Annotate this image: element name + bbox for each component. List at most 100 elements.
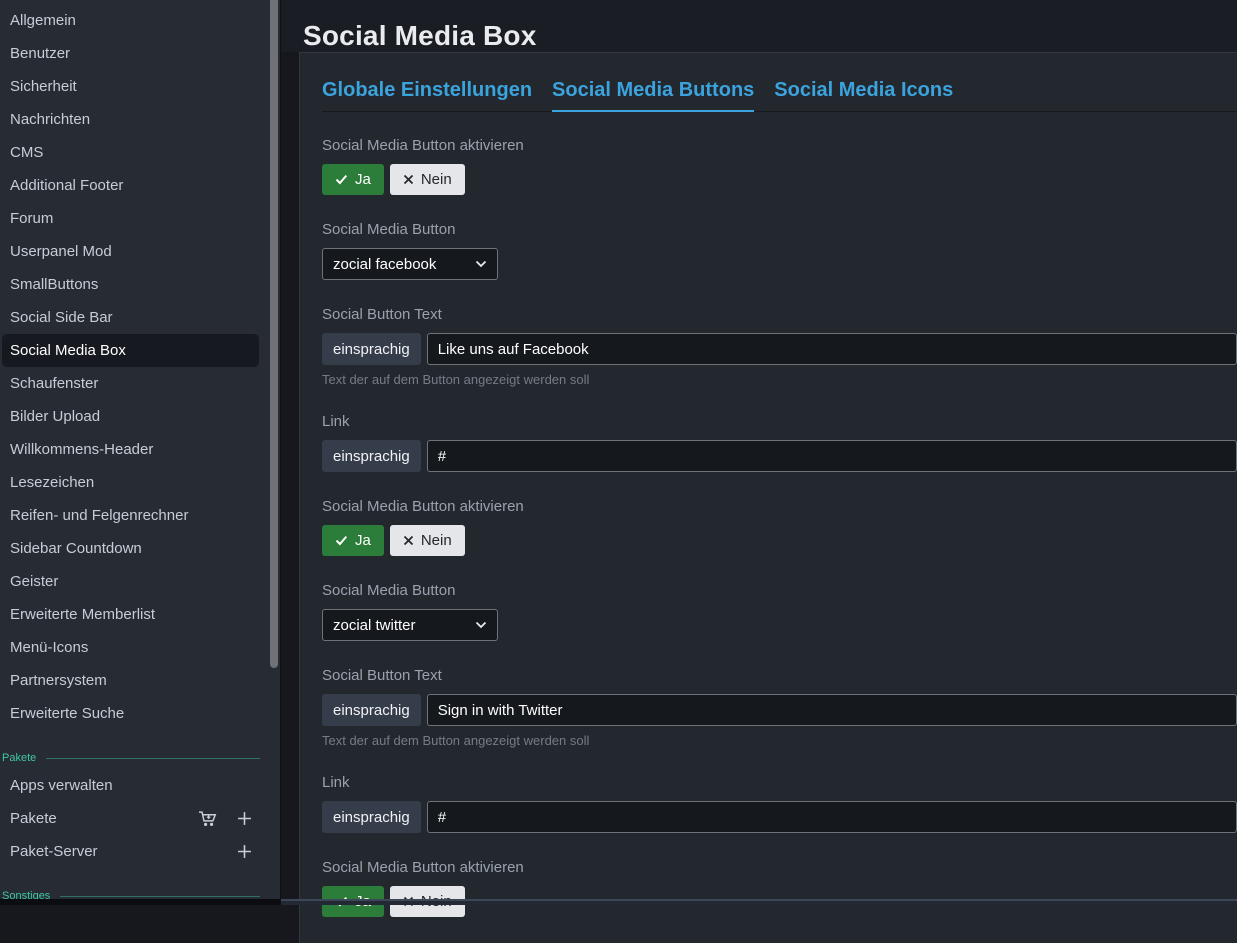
yes-no-toggle: Ja Nein bbox=[322, 525, 1237, 556]
sidebar-item[interactable]: Schaufenster bbox=[0, 367, 280, 400]
sidebar-item[interactable]: Menü-Icons bbox=[0, 631, 280, 664]
sidebar-section-label: Pakete bbox=[2, 752, 36, 764]
link-label: Link bbox=[322, 774, 1237, 791]
chevron-down-icon bbox=[475, 260, 487, 268]
app-root: Allgemein Benutzer Sicherheit Nachrichte… bbox=[0, 0, 1237, 905]
tab[interactable]: Social Media Buttons bbox=[552, 79, 754, 111]
sidebar-scrollbar[interactable] bbox=[270, 0, 278, 668]
sidebar: Allgemein Benutzer Sicherheit Nachrichte… bbox=[0, 0, 281, 905]
section-divider-line bbox=[60, 896, 260, 897]
chevron-down-icon bbox=[475, 621, 487, 629]
shopping-cart-icon[interactable] bbox=[198, 810, 217, 827]
sidebar-item[interactable]: Erweiterte Suche bbox=[0, 697, 280, 730]
no-button[interactable]: Nein bbox=[390, 164, 465, 195]
language-badge: einsprachig bbox=[322, 333, 421, 365]
select-value: zocial facebook bbox=[333, 256, 436, 273]
select-label: Social Media Button bbox=[322, 221, 1237, 238]
sidebar-item[interactable]: Userpanel Mod bbox=[0, 235, 280, 268]
sidebar-item[interactable]: Geister bbox=[0, 565, 280, 598]
text-label: Social Button Text bbox=[322, 667, 1237, 684]
sidebar-item[interactable]: Social Media Box bbox=[2, 334, 259, 367]
text-help: Text der auf dem Button angezeigt werden… bbox=[322, 733, 1237, 748]
sidebar-item-label: Allgemein bbox=[10, 12, 76, 29]
toggle-group: Social Media Button aktivieren Ja Nein bbox=[322, 859, 1237, 917]
sidebar-item-label: Partnersystem bbox=[10, 672, 107, 689]
tab[interactable]: Globale Einstellungen bbox=[322, 79, 532, 111]
toggle-group: Social Media Button aktivieren Ja Nein bbox=[322, 137, 1237, 195]
sidebar-item-label: Nachrichten bbox=[10, 111, 90, 128]
form-block: Social Media Button aktivieren Ja Nein bbox=[322, 859, 1237, 917]
link-input[interactable] bbox=[427, 801, 1237, 833]
sidebar-item[interactable]: Nachrichten bbox=[0, 103, 280, 136]
sidebar-item-label: CMS bbox=[10, 144, 43, 161]
language-badge: einsprachig bbox=[322, 694, 421, 726]
sidebar-item[interactable]: SmallButtons bbox=[0, 268, 280, 301]
plus-icon[interactable] bbox=[237, 844, 252, 859]
sidebar-item-label: Schaufenster bbox=[10, 375, 98, 392]
sidebar-item[interactable]: Apps verwalten bbox=[0, 769, 280, 802]
block-fields: Social Media Button zocial twitter Socia… bbox=[322, 582, 1237, 833]
social-media-button-select[interactable]: zocial facebook bbox=[322, 248, 498, 280]
sidebar-item[interactable]: Sicherheit bbox=[0, 70, 280, 103]
link-input-row: einsprachig bbox=[322, 440, 1237, 472]
button-text-input[interactable] bbox=[427, 333, 1237, 365]
sidebar-item-label: Sicherheit bbox=[10, 78, 77, 95]
sidebar-item[interactable]: Social Side Bar bbox=[0, 301, 280, 334]
toggle-label: Social Media Button aktivieren bbox=[322, 498, 1237, 515]
sidebar-menu: Allgemein Benutzer Sicherheit Nachrichte… bbox=[0, 0, 280, 902]
toggle-group: Social Media Button aktivieren Ja Nein bbox=[322, 498, 1237, 556]
sidebar-item[interactable]: Benutzer bbox=[0, 37, 280, 70]
sidebar-item-label: Additional Footer bbox=[10, 177, 123, 194]
sidebar-item[interactable]: Partnersystem bbox=[0, 664, 280, 697]
sidebar-item[interactable]: Additional Footer bbox=[0, 169, 280, 202]
sidebar-item[interactable]: Sidebar Countdown bbox=[0, 532, 280, 565]
select-group: Social Media Button zocial facebook bbox=[322, 221, 1237, 280]
sidebar-item[interactable]: Bilder Upload bbox=[0, 400, 280, 433]
sidebar-item-label: Userpanel Mod bbox=[10, 243, 112, 260]
sidebar-item-label: Paket-Server bbox=[10, 843, 98, 860]
form-block: Social Media Button aktivieren Ja Nein bbox=[322, 137, 1237, 472]
sidebar-item[interactable]: Paket-Server bbox=[0, 835, 280, 868]
yes-button-label: Ja bbox=[355, 172, 371, 187]
sidebar-item-label: SmallButtons bbox=[10, 276, 98, 293]
no-button[interactable]: Nein bbox=[390, 525, 465, 556]
sidebar-item-label: Geister bbox=[10, 573, 58, 590]
link-group: Link einsprachig bbox=[322, 774, 1237, 833]
language-badge: einsprachig bbox=[322, 440, 421, 472]
toggle-label: Social Media Button aktivieren bbox=[322, 137, 1237, 154]
sidebar-item-label: Bilder Upload bbox=[10, 408, 100, 425]
sidebar-item[interactable]: Forum bbox=[0, 202, 280, 235]
yes-button[interactable]: Ja bbox=[322, 164, 384, 195]
sidebar-item-label: Sidebar Countdown bbox=[10, 540, 142, 557]
sidebar-item-label: Social Side Bar bbox=[10, 309, 113, 326]
sidebar-item-label: Forum bbox=[10, 210, 53, 227]
text-label: Social Button Text bbox=[322, 306, 1237, 323]
sidebar-item[interactable]: Pakete bbox=[0, 802, 280, 835]
sidebar-item-label: Pakete bbox=[10, 810, 57, 827]
sidebar-section-header: Pakete bbox=[2, 752, 260, 764]
sidebar-item[interactable]: Willkommens-Header bbox=[0, 433, 280, 466]
sidebar-item-label: Willkommens-Header bbox=[10, 441, 153, 458]
sidebar-bottom-edge bbox=[0, 899, 280, 905]
sidebar-item-label: Apps verwalten bbox=[10, 777, 113, 794]
link-input[interactable] bbox=[427, 440, 1237, 472]
button-text-input[interactable] bbox=[427, 694, 1237, 726]
link-label: Link bbox=[322, 413, 1237, 430]
yes-button[interactable]: Ja bbox=[322, 525, 384, 556]
yes-button-label: Ja bbox=[355, 533, 371, 548]
sidebar-item-label: Lesezeichen bbox=[10, 474, 94, 491]
text-input-row: einsprachig bbox=[322, 694, 1237, 726]
sidebar-item[interactable]: CMS bbox=[0, 136, 280, 169]
sidebar-item-label: Social Media Box bbox=[10, 342, 126, 359]
sidebar-item[interactable]: Erweiterte Memberlist bbox=[0, 598, 280, 631]
sidebar-item[interactable]: Reifen- und Felgenrechner bbox=[0, 499, 280, 532]
button-text-group: Social Button Text einsprachig Text der … bbox=[322, 306, 1237, 387]
check-icon bbox=[335, 535, 348, 546]
sidebar-item[interactable]: Lesezeichen bbox=[0, 466, 280, 499]
plus-icon[interactable] bbox=[237, 811, 252, 826]
page-header: Social Media Box bbox=[281, 0, 1237, 52]
social-media-button-select[interactable]: zocial twitter bbox=[322, 609, 498, 641]
sidebar-item[interactable]: Allgemein bbox=[0, 4, 280, 37]
tab[interactable]: Social Media Icons bbox=[774, 79, 953, 111]
yes-no-toggle: Ja Nein bbox=[322, 164, 1237, 195]
